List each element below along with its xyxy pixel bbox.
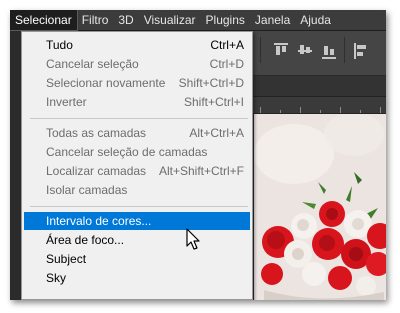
menu-item-shortcut: Shift+Ctrl+D (178, 76, 244, 90)
align-vertical-center-icon[interactable] (298, 43, 312, 59)
menu-item-inverter[interactable]: Inverter Shift+Ctrl+I (24, 93, 250, 111)
menu-bar: Selecionar Filtro 3D Visualizar Plugins … (10, 10, 386, 31)
menu-item-localizar-camadas[interactable]: Localizar camadas Alt+Shift+Ctrl+F (24, 162, 250, 180)
menu-item-shortcut: Alt+Ctrl+A (189, 126, 244, 140)
menu-visualizar[interactable]: Visualizar (139, 10, 201, 30)
document-tab-strip[interactable] (250, 76, 386, 97)
horizontal-ruler (250, 97, 386, 114)
menu-item-label: Isolar camadas (46, 183, 128, 197)
canvas-photo[interactable] (254, 112, 386, 300)
menu-item-label: Selecionar novamente (46, 76, 166, 90)
menu-item-sky[interactable]: Sky (24, 269, 250, 287)
menu-item-shortcut: Shift+Ctrl+I (183, 95, 244, 109)
options-bar (250, 31, 386, 76)
menu-item-todas-as-camadas[interactable]: Todas as camadas Alt+Ctrl+A (24, 124, 250, 142)
menu-item-label: Área de foco... (46, 233, 125, 247)
menu-item-label: Cancelar seleção (46, 57, 139, 71)
menu-selecionar[interactable]: Selecionar (10, 10, 78, 31)
menu-ajuda[interactable]: Ajuda (295, 10, 336, 30)
menu-item-area-de-foco[interactable]: Área de foco... (24, 231, 250, 249)
menu-item-isolar-camadas[interactable]: Isolar camadas (24, 181, 250, 199)
menu-item-shortcut: Ctrl+D (209, 57, 244, 71)
menu-item-label: Intervalo de cores... (46, 214, 152, 228)
menu-separator (30, 118, 248, 119)
align-left-icon[interactable] (354, 43, 368, 59)
menu-item-cancelar-selecao-de-camadas[interactable]: Cancelar seleção de camadas (24, 143, 250, 161)
menu-item-subject[interactable]: Subject (24, 250, 250, 268)
align-top-icon[interactable] (274, 43, 288, 59)
menu-item-label: Inverter (46, 95, 87, 109)
menu-item-label: Tudo (46, 38, 73, 52)
menu-item-label: Cancelar seleção de camadas (46, 145, 208, 159)
arrow-cursor-icon (186, 228, 200, 250)
menu-item-tudo[interactable]: Tudo Ctrl+A (24, 36, 250, 54)
menu-item-label: Subject (46, 252, 87, 266)
bouquet-image (254, 112, 386, 300)
menu-plugins[interactable]: Plugins (201, 10, 250, 30)
toolbar-divider (260, 37, 261, 63)
menu-separator (30, 206, 248, 207)
selecionar-dropdown-menu: Tudo Ctrl+A Cancelar seleção Ctrl+D Sele… (21, 31, 253, 300)
toolbar-divider (344, 37, 345, 63)
menu-item-cancelar-selecao[interactable]: Cancelar seleção Ctrl+D (24, 55, 250, 73)
menu-item-selecionar-novamente[interactable]: Selecionar novamente Shift+Ctrl+D (24, 74, 250, 92)
menu-item-shortcut: Ctrl+A (210, 38, 244, 52)
menu-item-label: Localizar camadas (46, 164, 147, 178)
menu-filtro[interactable]: Filtro (77, 10, 114, 30)
menu-item-label: Todas as camadas (46, 126, 147, 140)
photoshop-window: Selecionar Filtro 3D Visualizar Plugins … (10, 10, 386, 300)
menu-item-intervalo-de-cores[interactable]: Intervalo de cores... (24, 212, 250, 230)
align-bottom-icon[interactable] (322, 43, 336, 59)
menu-item-shortcut: Alt+Shift+Ctrl+F (158, 164, 244, 178)
menu-3d[interactable]: 3D (113, 10, 138, 30)
menu-item-label: Sky (46, 271, 67, 285)
menu-janela[interactable]: Janela (250, 10, 295, 30)
